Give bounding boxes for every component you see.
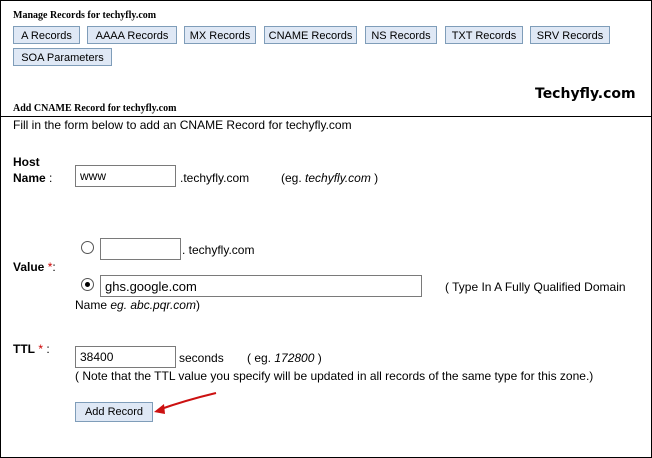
brand-label: Techyfly.com bbox=[535, 86, 636, 102]
ttl-required-mark: * bbox=[38, 342, 44, 356]
intro-text: Fill in the form below to add an CNAME R… bbox=[13, 118, 352, 132]
host-label: Host bbox=[13, 155, 40, 169]
tab-srv-records[interactable]: SRV Records bbox=[530, 26, 610, 44]
red-arrow-icon bbox=[154, 392, 217, 414]
host-suffix: .techyfly.com bbox=[180, 171, 250, 185]
ttl-label: TTL bbox=[13, 342, 35, 356]
add-record-button[interactable]: Add Record bbox=[75, 402, 153, 422]
section-title: Add CNAME Record for techyfly.com bbox=[13, 103, 177, 114]
host-example: (eg. techyfly.com ) bbox=[281, 171, 379, 185]
value-hint-continued: Name eg. abc.pqr.com) bbox=[75, 298, 200, 312]
tab-a-records[interactable]: A Records bbox=[13, 26, 80, 44]
page-title: Manage Records for techyfly.com bbox=[13, 10, 157, 21]
value-subdomain-input[interactable] bbox=[100, 238, 181, 260]
value-label: Value bbox=[13, 260, 45, 274]
tab-soa-parameters[interactable]: SOA Parameters bbox=[13, 48, 112, 66]
host-colon: : bbox=[49, 171, 53, 185]
manage-records-panel bbox=[0, 0, 652, 458]
ttl-input[interactable] bbox=[75, 346, 176, 368]
tab-ns-records[interactable]: NS Records bbox=[365, 26, 437, 44]
host-name-input[interactable] bbox=[75, 165, 176, 187]
value-fqdn-input[interactable] bbox=[100, 275, 422, 297]
tab-aaaa-records[interactable]: AAAA Records bbox=[87, 26, 177, 44]
host-label-name: Name bbox=[13, 171, 46, 185]
value-option-subdomain-radio[interactable] bbox=[81, 241, 94, 254]
value-subdomain-suffix: . techyfly.com bbox=[182, 243, 255, 257]
tab-txt-records[interactable]: TXT Records bbox=[445, 26, 523, 44]
divider bbox=[1, 116, 652, 117]
ttl-note: ( Note that the TTL value you specify wi… bbox=[75, 369, 594, 383]
value-hint: ( Type In A Fully Qualified Domain bbox=[445, 280, 626, 294]
ttl-unit: seconds bbox=[179, 351, 224, 365]
radio-selected-dot bbox=[85, 282, 90, 287]
value-option-fqdn-radio[interactable] bbox=[81, 278, 94, 291]
tab-cname-records[interactable]: CNAME Records bbox=[264, 26, 357, 44]
ttl-example: ( eg. 172800 ) bbox=[247, 351, 322, 365]
tab-mx-records[interactable]: MX Records bbox=[184, 26, 256, 44]
